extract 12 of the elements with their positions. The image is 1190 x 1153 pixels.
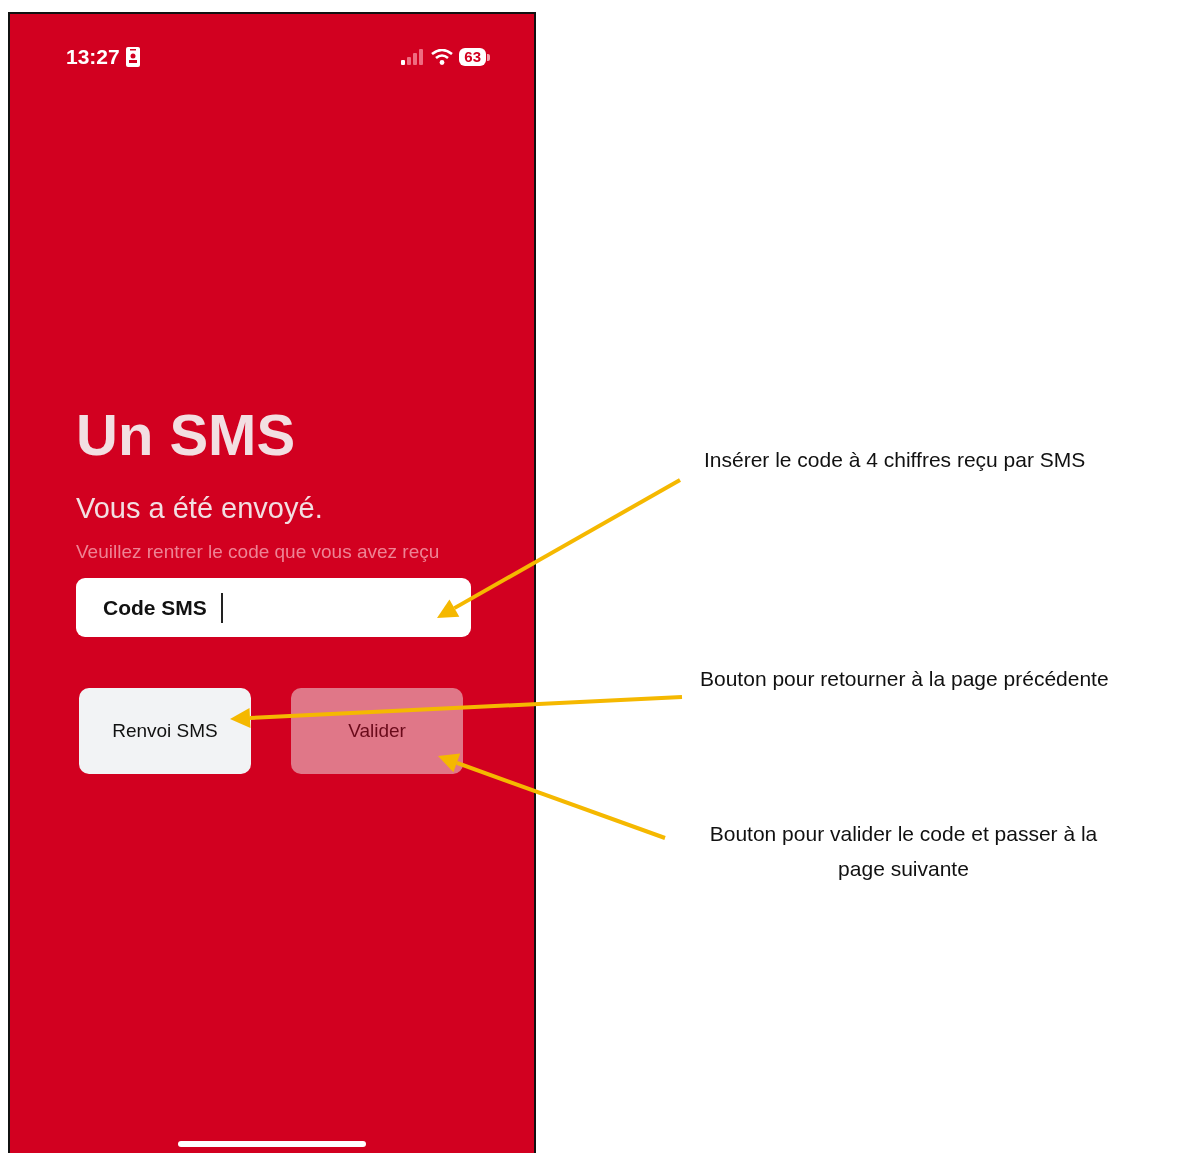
resend-button[interactable]: Renvoi SMS — [79, 688, 251, 774]
annotation-text: Insérer le code à 4 chiffres reçu par SMS — [704, 447, 1086, 473]
annotation-text: Bouton pour valider le code et passer à la page suivante — [708, 821, 1099, 882]
wifi-icon — [431, 49, 454, 65]
instruction-text: Veuillez rentrer le code que vous avez reçu — [76, 540, 441, 564]
code-input-field[interactable]: Code SMS — [76, 578, 471, 637]
signal-icon — [401, 49, 426, 65]
screen-title: Un SMS — [76, 401, 297, 469]
status-time: 13:27 — [66, 45, 120, 69]
annotation-text: Bouton pour retourner à la page précédente — [700, 666, 1109, 692]
screen-subtitle: Vous a été envoyé. — [76, 491, 324, 526]
id-card-icon — [125, 47, 140, 67]
